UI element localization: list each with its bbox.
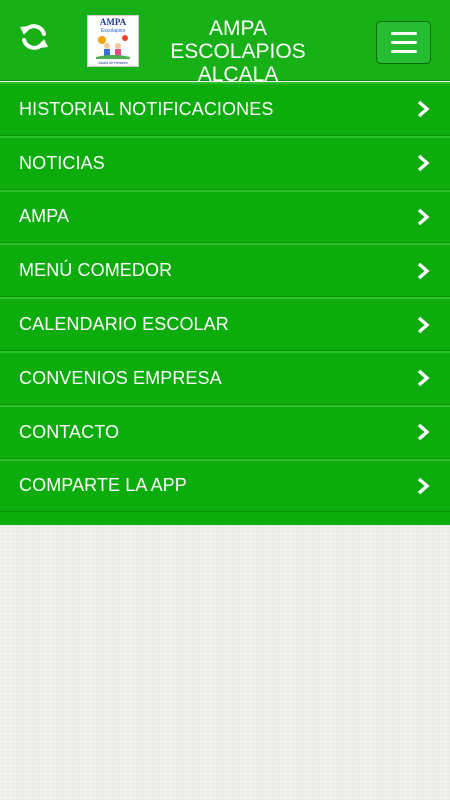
chevron-right-icon	[417, 477, 430, 495]
hamburger-icon-bar	[390, 50, 417, 53]
main-menu-list: HISTORIAL NOTIFICACIONES NOTICIAS AMPA M…	[0, 82, 450, 525]
app-title: AMPA ESCOLAPIOS ALCALA	[140, 17, 336, 86]
menu-item-label: MENÚ COMEDOR	[19, 260, 173, 281]
menu-item-label: CALENDARIO ESCOLAR	[19, 314, 229, 335]
menu-item-calendario-escolar[interactable]: CALENDARIO ESCOLAR	[0, 297, 450, 351]
chevron-right-icon	[417, 208, 430, 226]
menu-item-menu-comedor[interactable]: MENÚ COMEDOR	[0, 243, 450, 298]
menu-item-noticias[interactable]: NOTICIAS	[0, 135, 450, 190]
hamburger-icon-bar	[390, 32, 417, 35]
chevron-right-icon	[417, 370, 430, 387]
svg-text:AMPA: AMPA	[100, 17, 127, 27]
menu-item-contacto[interactable]: CONTACTO	[0, 404, 450, 459]
chevron-right-icon	[417, 262, 430, 280]
ampa-logo: AMPA Escolapios Alcalá de Henares	[87, 15, 139, 67]
menu-item-label: CONVENIOS EMPRESA	[19, 367, 222, 388]
chevron-right-icon	[417, 154, 430, 172]
refresh-button[interactable]	[14, 17, 54, 57]
menu-item-label: COMPARTE LA APP	[19, 475, 187, 496]
menu-item-label: NOTICIAS	[19, 152, 105, 173]
svg-text:Alcalá de Henares: Alcalá de Henares	[98, 61, 128, 65]
menu-item-label: AMPA	[19, 206, 70, 227]
chevron-right-icon	[417, 423, 430, 441]
menu-item-historial-notificaciones[interactable]: HISTORIAL NOTIFICACIONES	[0, 82, 450, 136]
svg-text:Escolapios: Escolapios	[101, 28, 126, 34]
refresh-icon	[20, 24, 48, 50]
app-title-line1: AMPA ESCOLAPIOS	[170, 17, 306, 63]
menu-toggle-button[interactable]	[376, 21, 431, 64]
hamburger-icon-bar	[390, 41, 417, 44]
menu-item-ampa[interactable]: AMPA	[0, 189, 450, 244]
chevron-right-icon	[417, 101, 430, 118]
menu-item-label: HISTORIAL NOTIFICACIONES	[19, 98, 274, 119]
chevron-right-icon	[417, 316, 430, 333]
menu-item-comparte-la-app[interactable]: COMPARTE LA APP	[0, 458, 450, 513]
menu-item-label: CONTACTO	[19, 421, 120, 442]
app-header: AMPA Escolapios Alcalá de Henares AMPA E…	[0, 0, 450, 86]
menu-item-convenios-empresa[interactable]: CONVENIOS EMPRESA	[0, 350, 450, 405]
